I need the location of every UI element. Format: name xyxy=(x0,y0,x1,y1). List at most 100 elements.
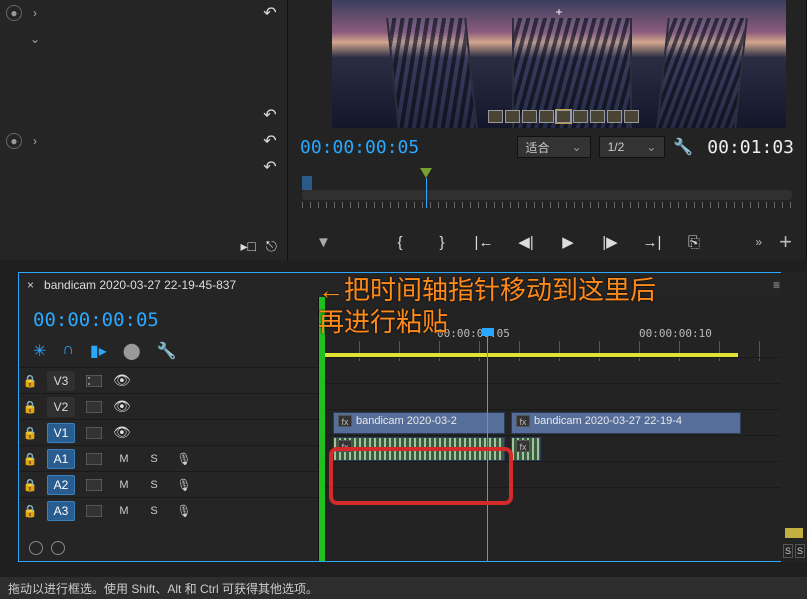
eye-icon[interactable]: 👁 xyxy=(113,372,135,389)
zoom-out-icon[interactable] xyxy=(29,541,43,555)
voiceover-icon[interactable]: 🎙 xyxy=(173,476,195,494)
track-header-v1[interactable]: 🔒 V1 👁 xyxy=(19,419,318,445)
more-button[interactable]: » xyxy=(755,235,762,249)
go-to-in-button[interactable]: |← xyxy=(473,234,495,251)
track-label[interactable]: A2 xyxy=(47,475,75,495)
toggle-output-icon[interactable] xyxy=(83,479,105,491)
lift-button[interactable]: ⎘ xyxy=(683,234,705,251)
timeline-playhead[interactable] xyxy=(487,332,488,561)
wrench-icon[interactable]: 🔧 xyxy=(157,341,177,361)
track-a1[interactable]: fx fx xyxy=(319,435,788,461)
zoom-dropdown[interactable]: 1/2⌄ xyxy=(599,136,666,158)
video-clip[interactable]: fxbandicam 2020-03-2 xyxy=(333,412,505,434)
fit-dropdown[interactable]: 适合⌄ xyxy=(517,136,591,158)
lock-icon[interactable]: 🔒 xyxy=(21,452,39,466)
timeline-timecode[interactable]: 00:00:00:05 xyxy=(19,297,318,331)
sequence-title[interactable]: bandicam 2020-03-27 22-19-45-837 xyxy=(44,278,236,292)
voiceover-icon[interactable]: 🎙 xyxy=(173,502,195,520)
toggle-output-icon[interactable] xyxy=(83,505,105,517)
snap-icon[interactable]: ✳ xyxy=(33,341,46,361)
visibility-toggle[interactable]: ● xyxy=(6,133,22,149)
play-button[interactable]: ▶ xyxy=(557,233,579,251)
solo-right[interactable]: S xyxy=(795,544,805,558)
reset-icon[interactable]: ↶ xyxy=(259,132,281,150)
in-point-marker[interactable] xyxy=(302,176,312,190)
lock-icon[interactable]: 🔒 xyxy=(21,400,39,414)
track-v2[interactable] xyxy=(319,383,788,409)
eye-icon[interactable]: 👁 xyxy=(113,398,135,415)
mark-in-button[interactable]: { xyxy=(389,234,411,251)
timecode-current[interactable]: 00:00:00:05 xyxy=(300,137,419,158)
mute-toggle[interactable]: M xyxy=(113,450,135,468)
add-button[interactable]: + xyxy=(779,229,792,255)
monitor-scrubber[interactable] xyxy=(302,168,792,208)
track-v1[interactable]: fxbandicam 2020-03-2 fxbandicam 2020-03-… xyxy=(319,409,788,435)
visibility-toggle[interactable]: ● xyxy=(6,5,22,21)
solo-left[interactable]: S xyxy=(783,544,793,558)
track-v3[interactable] xyxy=(319,357,788,383)
track-a3[interactable] xyxy=(319,487,788,513)
mute-toggle[interactable]: M xyxy=(113,502,135,520)
zoom-controls[interactable] xyxy=(29,541,65,555)
close-icon[interactable]: × xyxy=(27,278,34,292)
chevron-down-icon[interactable]: ⌄ xyxy=(28,32,42,46)
track-header-a1[interactable]: 🔒 A1 M S 🎙 xyxy=(19,445,318,471)
video-viewport[interactable]: + xyxy=(332,0,786,128)
timecode-duration: 00:01:03 xyxy=(707,137,794,158)
toggle-output-icon[interactable] xyxy=(83,375,105,387)
chevron-right-icon[interactable]: › xyxy=(28,6,42,20)
voiceover-icon[interactable]: 🎙 xyxy=(173,450,195,468)
audio-clip[interactable]: fx xyxy=(511,437,541,461)
track-header-v3[interactable]: 🔒 V3 👁 xyxy=(19,367,318,393)
mark-out-button[interactable]: } xyxy=(431,234,453,251)
magnet-icon[interactable]: ∩ xyxy=(62,341,74,361)
go-to-out-button[interactable]: →| xyxy=(641,234,663,251)
panel-footer: ▸□ ⎋ xyxy=(0,232,287,260)
toggle-output-icon[interactable] xyxy=(83,427,105,439)
track-label[interactable]: V3 xyxy=(47,371,75,391)
solo-toggle[interactable]: S xyxy=(143,476,165,494)
solo-toggle[interactable]: S xyxy=(143,502,165,520)
linked-selection-icon[interactable]: ▮▸ xyxy=(90,341,107,361)
solo-toggle[interactable]: S xyxy=(143,450,165,468)
reset-icon[interactable]: ↶ xyxy=(259,4,281,22)
lock-icon[interactable]: 🔒 xyxy=(21,374,39,388)
playhead[interactable] xyxy=(426,178,427,208)
marker-icon[interactable] xyxy=(420,168,432,178)
track-header-a3[interactable]: 🔒 A3 M S 🎙 xyxy=(19,497,318,523)
mute-toggle[interactable]: M xyxy=(113,476,135,494)
chevron-right-icon[interactable]: › xyxy=(28,134,42,148)
lock-icon[interactable]: 🔒 xyxy=(21,426,39,440)
marker-settings-icon[interactable]: ⬤ xyxy=(123,341,141,361)
fx-badge[interactable]: fx xyxy=(516,440,530,452)
fx-badge[interactable]: fx xyxy=(338,440,352,452)
fx-badge[interactable]: fx xyxy=(516,415,530,427)
export-icon[interactable]: ⎋ xyxy=(266,238,277,255)
eye-icon[interactable]: 👁 xyxy=(113,424,135,441)
step-forward-button[interactable]: |▶ xyxy=(599,233,621,251)
fx-badge[interactable]: fx xyxy=(338,415,352,427)
play-stop-icon[interactable]: ▸□ xyxy=(240,238,255,255)
reset-icon[interactable]: ↶ xyxy=(259,106,281,124)
track-label[interactable]: V1 xyxy=(47,423,75,443)
add-marker-button[interactable]: ▼ xyxy=(316,234,331,251)
track-label[interactable]: A1 xyxy=(47,449,75,469)
track-header-v2[interactable]: 🔒 V2 👁 xyxy=(19,393,318,419)
audio-clip[interactable]: fx xyxy=(333,437,505,461)
chevron-down-icon: ⌄ xyxy=(572,140,582,154)
step-back-button[interactable]: ◀| xyxy=(515,233,537,251)
transport-controls: ▼ { } |← ◀| ▶ |▶ →| ⎘ » + xyxy=(288,226,806,258)
toggle-output-icon[interactable] xyxy=(83,453,105,465)
lock-icon[interactable]: 🔒 xyxy=(21,504,39,518)
track-a2[interactable] xyxy=(319,461,788,487)
reset-icon[interactable]: ↶ xyxy=(259,158,281,176)
toggle-output-icon[interactable] xyxy=(83,401,105,413)
track-label[interactable]: A3 xyxy=(47,501,75,521)
panel-menu-icon[interactable]: ≡ xyxy=(773,278,780,292)
video-clip[interactable]: fxbandicam 2020-03-27 22-19-4 xyxy=(511,412,741,434)
track-header-a2[interactable]: 🔒 A2 M S 🎙 xyxy=(19,471,318,497)
zoom-in-icon[interactable] xyxy=(51,541,65,555)
lock-icon[interactable]: 🔒 xyxy=(21,478,39,492)
wrench-icon[interactable]: 🔧 xyxy=(673,137,693,157)
track-label[interactable]: V2 xyxy=(47,397,75,417)
